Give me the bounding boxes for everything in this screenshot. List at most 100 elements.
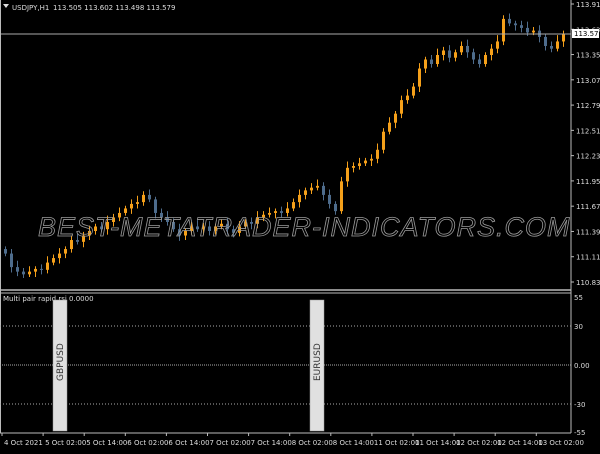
- candle: [10, 249, 13, 273]
- candle: [298, 189, 301, 208]
- candle: [466, 39, 469, 58]
- candle: [52, 254, 55, 266]
- candle: [16, 260, 19, 277]
- candle: [328, 189, 331, 209]
- price-tick-label: 110.835: [576, 279, 600, 287]
- level-label: -55: [574, 429, 585, 437]
- candle: [40, 264, 43, 275]
- candle: [304, 187, 307, 200]
- candle: [376, 143, 379, 164]
- candle: [46, 256, 49, 274]
- candle: [34, 266, 37, 278]
- pair-bar-eurusd[interactable]: EURUSD: [309, 299, 325, 432]
- candle: [496, 35, 499, 54]
- candle: [556, 35, 559, 52]
- time-tick-label: 7 Oct 14:00: [251, 439, 292, 447]
- triangle-down-icon[interactable]: [3, 4, 9, 8]
- candle: [136, 195, 139, 209]
- candle: [352, 162, 355, 173]
- candle: [322, 182, 325, 201]
- candle: [364, 157, 367, 167]
- time-tick-label: 6 Oct 02:00: [127, 439, 168, 447]
- time-tick-label: 13 Oct 02:00: [538, 439, 584, 447]
- time-axis: 4 Oct 2021 5 Oct 02:00 5 Oct 14:00 6 Oct 02…: [1, 433, 584, 447]
- watermark: BEST-METATRADER-INDICATORS.COM: [38, 212, 571, 242]
- candle: [436, 48, 439, 67]
- candle: [472, 48, 475, 65]
- candle: [142, 191, 145, 206]
- candle: [406, 89, 409, 104]
- candle: [316, 179, 319, 191]
- price-tick-label: 112.235: [576, 153, 600, 161]
- candle: [4, 246, 7, 257]
- chart-window[interactable]: BEST-METATRADER-INDICATORS.COM USDJPY,H1…: [0, 0, 600, 450]
- time-tick-label: 5 Oct 02:00: [45, 439, 86, 447]
- price-tick-label: 111.115: [576, 254, 600, 262]
- pair-bar-gbpusd[interactable]: GBPUSD: [52, 299, 68, 432]
- candle: [484, 52, 487, 67]
- candle: [358, 157, 361, 170]
- symbol-label: USDJPY,H1: [12, 4, 49, 12]
- candle: [310, 183, 313, 194]
- candle: [460, 41, 463, 55]
- price-tick-label: 112.515: [576, 127, 600, 135]
- time-tick-label: 4 Oct 2021: [4, 439, 43, 447]
- candle: [490, 44, 493, 61]
- candle: [58, 248, 61, 264]
- price-tick-label: 111.675: [576, 203, 600, 211]
- candle: [520, 20, 523, 33]
- time-tick-label: 7 Oct 02:00: [210, 439, 251, 447]
- candle: [346, 161, 349, 187]
- candle: [442, 46, 445, 61]
- candle: [448, 45, 451, 63]
- time-tick-label: 11 Oct 14:00: [415, 439, 461, 447]
- candle: [340, 176, 343, 214]
- indicator-title: Multi pair rapid rsi 0.0000: [3, 295, 94, 303]
- time-tick-label: 8 Oct 02:00: [292, 439, 333, 447]
- price-tick-label: 113.355: [576, 52, 600, 60]
- candle: [64, 246, 67, 259]
- price-tick-label: 111.395: [576, 228, 600, 236]
- time-tick-label: 5 Oct 14:00: [86, 439, 127, 447]
- candle: [418, 63, 421, 93]
- time-tick-label: 12 Oct 14:00: [497, 439, 543, 447]
- candle: [370, 154, 373, 167]
- level-label: 30: [574, 323, 583, 331]
- candle: [562, 30, 565, 47]
- time-tick-label: 11 Oct 02:00: [374, 439, 420, 447]
- candle: [28, 266, 31, 278]
- candle: [22, 268, 25, 278]
- time-tick-label: 8 Oct 14:00: [333, 439, 374, 447]
- current-price-label: 113.579: [574, 30, 600, 38]
- candle: [508, 13, 511, 27]
- candle: [514, 20, 517, 31]
- candle: [454, 49, 457, 62]
- candle: [412, 82, 415, 99]
- price-tick-label: 111.955: [576, 178, 600, 186]
- candle: [394, 110, 397, 129]
- candle: [400, 95, 403, 119]
- ohlc-values: 113.505 113.602 113.498 113.579: [53, 4, 175, 12]
- candle: [382, 128, 385, 154]
- candle: [478, 54, 481, 68]
- indicator-levels: 55 30 0.00 -30 -55: [0, 294, 590, 437]
- price-axis: 113.915113.635113.355113.075112.795112.5…: [571, 1, 600, 287]
- price-tick-label: 113.915: [576, 1, 600, 9]
- level-label: 55: [574, 294, 583, 302]
- candle: [388, 117, 391, 135]
- time-tick-label: 12 Oct 02:00: [456, 439, 502, 447]
- candle: [148, 189, 151, 203]
- pair-label: EURUSD: [313, 343, 323, 381]
- chart-header: USDJPY,H1 113.505 113.602 113.498 113.57…: [3, 4, 175, 12]
- candle: [550, 41, 553, 53]
- candle: [430, 54, 433, 68]
- candle: [424, 56, 427, 74]
- time-tick-label: 6 Oct 14:00: [168, 439, 209, 447]
- candle: [502, 15, 505, 46]
- price-tick-label: 113.075: [576, 77, 600, 85]
- level-label: 0.00: [574, 362, 590, 370]
- price-tick-label: 112.795: [576, 102, 600, 110]
- candle: [292, 198, 295, 212]
- candle: [544, 34, 547, 51]
- pair-label: GBPUSD: [56, 343, 66, 381]
